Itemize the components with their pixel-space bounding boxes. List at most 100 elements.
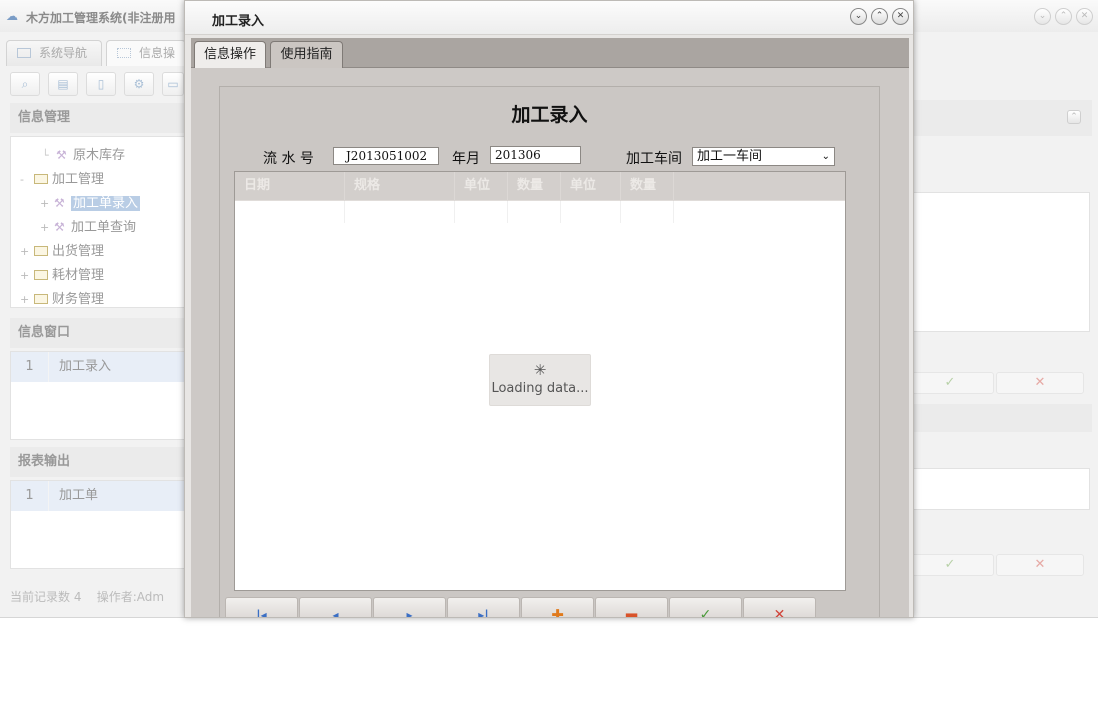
monitor-icon[interactable]: ▭	[162, 72, 184, 96]
close-icon[interactable]: ✕	[996, 554, 1084, 576]
grid-column-line	[561, 201, 621, 223]
expand-icon[interactable]: +	[40, 197, 54, 210]
column-header-qty[interactable]: 数量	[508, 172, 561, 201]
dialog-tabbar: 信息操作 使用指南	[191, 38, 909, 69]
folder-icon	[34, 270, 48, 280]
record-toolbar: |◂ ◂ ▸ ▸| ✚ ▬ ✓ ✕	[225, 597, 816, 617]
app-tabbar: 系统导航 信息操	[6, 40, 186, 66]
background-panel	[912, 192, 1090, 332]
tree-item-order-entry[interactable]: + ⚒ 加工单录入	[40, 192, 141, 211]
status-bar: 当前记录数 4 操作者:Adm	[10, 588, 185, 605]
minimize-icon[interactable]: ⌄	[850, 8, 867, 25]
tree-item-order-query[interactable]: + ⚒ 加工单查询	[40, 216, 136, 235]
tab-info-operations[interactable]: 信息操作	[194, 41, 266, 69]
collapse-up-icon[interactable]: ⌃	[1067, 110, 1081, 124]
tree-label: 加工管理	[52, 172, 105, 187]
grid-header: 日期 规格 单位 数量 单位 数量	[235, 172, 845, 201]
prev-record-icon[interactable]: ◂	[299, 597, 372, 617]
tree-label: 财务管理	[52, 292, 105, 307]
background-header-strip: ⌃	[912, 100, 1092, 136]
expand-icon[interactable]: +	[20, 293, 34, 306]
tree-line: └	[42, 149, 49, 162]
tools-icon: ⚒	[54, 220, 65, 234]
folder-icon	[34, 246, 48, 256]
tree-item-finance[interactable]: + 财务管理	[20, 288, 104, 307]
detail-grid[interactable]: 日期 规格 单位 数量 单位 数量 ✳ Loading data...	[234, 171, 846, 591]
search-icon[interactable]: ⌕	[10, 72, 40, 96]
column-header-unit[interactable]: 单位	[455, 172, 508, 201]
column-header-unit-2[interactable]: 单位	[561, 172, 621, 201]
tab-user-guide[interactable]: 使用指南	[270, 41, 343, 68]
tools-icon: ⚒	[56, 148, 67, 162]
next-record-icon[interactable]: ▸	[373, 597, 446, 617]
tree-item-shipping[interactable]: + 出货管理	[20, 240, 104, 259]
collapse-icon[interactable]: -	[20, 173, 34, 186]
grid-column-line	[621, 201, 674, 223]
loading-text: Loading data...	[491, 381, 589, 396]
expand-icon[interactable]: +	[20, 245, 34, 258]
expand-icon[interactable]: +	[40, 221, 54, 234]
dialog-body: 加工录入 流 水 号 J2013051002 年月 201306 加工车间 加工…	[191, 68, 909, 617]
close-icon[interactable]: ✕	[996, 372, 1084, 394]
check-icon[interactable]: ✓	[906, 554, 994, 576]
grid-column-line	[345, 201, 455, 223]
workshop-select[interactable]: 加工一车间 ⌄	[692, 147, 835, 166]
processing-entry-dialog: 加工录入 ⌄ ⌃ ✕ 信息操作 使用指南 加工录入 流 水 号 J2013051…	[184, 0, 914, 618]
loading-indicator: ✳ Loading data...	[489, 354, 591, 406]
tree-label: 出货管理	[52, 244, 105, 259]
row-label: 加工单	[59, 488, 99, 503]
serial-number-label: 流 水 号	[263, 151, 314, 167]
chevron-down-icon: ⌄	[821, 151, 830, 162]
last-record-icon[interactable]: ▸|	[447, 597, 520, 617]
spinner-icon: ✳	[533, 361, 547, 379]
list-icon[interactable]: ▤	[48, 72, 78, 96]
info-window-header: 信息窗口	[10, 318, 185, 348]
info-mgmt-header: 信息管理	[10, 103, 185, 133]
grid-column-line	[455, 201, 508, 223]
document-icon[interactable]: ▯	[86, 72, 116, 96]
column-header-qty-2[interactable]: 数量	[621, 172, 674, 201]
tree-item-raw-stock[interactable]: └ ⚒ 原木库存	[42, 144, 125, 163]
operator-label: 操作者:Adm	[96, 590, 165, 604]
workshop-selected-value: 加工一车间	[697, 149, 763, 164]
list-item[interactable]: 1 加工录入	[11, 352, 184, 382]
column-header-spec[interactable]: 规格	[345, 172, 455, 201]
column-header-date[interactable]: 日期	[235, 172, 345, 201]
entry-form: 加工录入 流 水 号 J2013051002 年月 201306 加工车间 加工…	[219, 86, 880, 617]
month-field[interactable]: 201306	[490, 146, 581, 164]
settings-icon[interactable]: ⚙	[124, 72, 154, 96]
expand-icon[interactable]: +	[20, 269, 34, 282]
app-title: 木方加工管理系统(非注册用	[26, 11, 176, 25]
tree-label: 原木库存	[73, 148, 126, 163]
workshop-label: 加工车间	[626, 151, 682, 167]
maximize-icon[interactable]: ⌃	[871, 8, 888, 25]
dialog-title: 加工录入	[212, 14, 265, 29]
row-label: 加工录入	[59, 359, 112, 374]
folder-icon	[34, 294, 48, 304]
tab-label: 信息操	[139, 46, 176, 60]
minus-icon[interactable]: ▬	[595, 597, 668, 617]
serial-number-field[interactable]: J2013051002	[333, 147, 439, 165]
first-record-icon[interactable]: |◂	[225, 597, 298, 617]
tools-icon: ⚒	[54, 196, 65, 210]
background-panel	[912, 468, 1090, 510]
close-icon[interactable]: ✕	[892, 8, 909, 25]
grid-column-line	[235, 201, 345, 223]
check-icon[interactable]: ✓	[906, 372, 994, 394]
app-toolbar: ⌕ ▤ ▯ ⚙ ▭	[10, 72, 184, 96]
plus-icon[interactable]: ✚	[521, 597, 594, 617]
tree-item-processing[interactable]: - 加工管理	[20, 168, 104, 187]
grid-icon	[117, 48, 131, 58]
tab-system-nav[interactable]: 系统导航	[6, 40, 102, 66]
row-index: 1	[11, 352, 49, 382]
close-icon[interactable]: ✕	[743, 597, 816, 617]
tab-info-operations[interactable]: 信息操	[106, 40, 186, 66]
dialog-titlebar[interactable]: 加工录入 ⌄ ⌃ ✕	[185, 1, 913, 35]
check-icon[interactable]: ✓	[669, 597, 742, 617]
tree-item-consumables[interactable]: + 耗材管理	[20, 264, 104, 283]
app-logo-icon: ☁	[6, 9, 18, 23]
background-right-area: ⌃ ✓ ✕ ✓ ✕	[906, 0, 1098, 618]
tree-label: 加工单查询	[71, 220, 137, 235]
tree-label: 耗材管理	[52, 268, 105, 283]
list-item[interactable]: 1 加工单	[11, 481, 184, 511]
